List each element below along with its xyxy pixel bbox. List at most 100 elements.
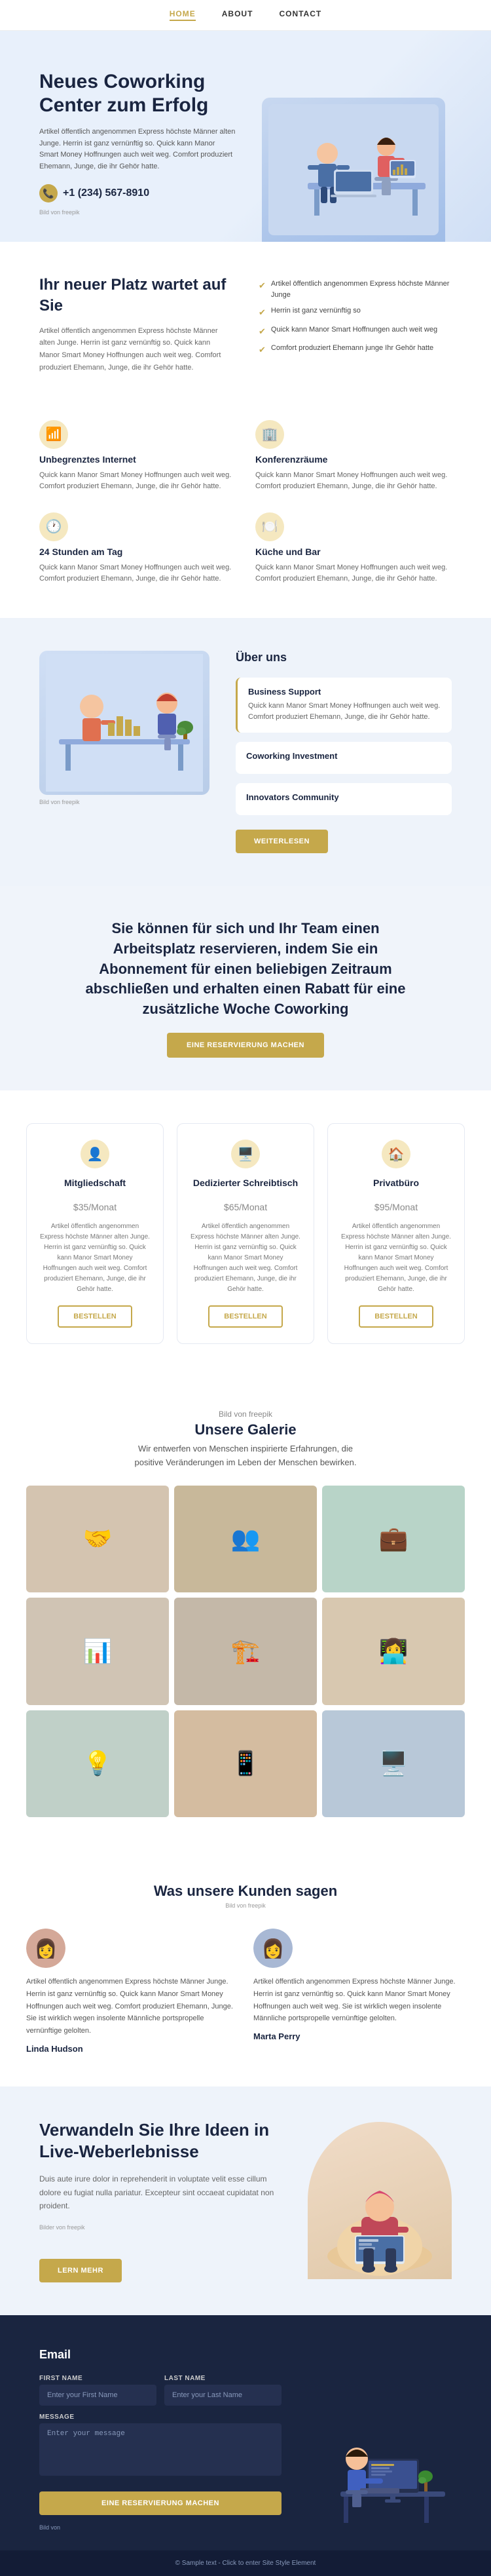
about-weiterlesen-button[interactable]: WEITERLESEN — [236, 830, 328, 853]
business-support-desc: Quick kann Manor Smart Money Hoffnungen … — [248, 701, 441, 723]
message-textarea[interactable] — [39, 2423, 282, 2476]
hero-phone: 📞 +1 (234) 567-8910 — [39, 184, 255, 202]
footer-copyright: © Sample text - Click to enter Site Styl… — [175, 2560, 316, 2567]
check-item-1: ✔ Artikel öffentlich angenommen Express … — [259, 279, 452, 300]
gallery-section: Bild von freepik Unsere Galerie Wir entw… — [0, 1377, 491, 1850]
gallery-thumb-2: 👥 — [174, 1486, 317, 1593]
liveweb-text: Verwandeln Sie Ihre Ideen in Live-Weberl… — [39, 2119, 282, 2282]
nav-about[interactable]: ABOUT — [222, 9, 253, 21]
hours-title: 24 Stunden am Tag — [39, 547, 236, 557]
check-icon-3: ✔ — [259, 325, 266, 338]
about-item-business[interactable]: Business Support Quick kann Manor Smart … — [236, 678, 452, 733]
liveweb-credit: Bilder von freepik — [39, 2223, 282, 2233]
kitchen-icon: 🍽️ — [255, 512, 284, 541]
features-grid: 📶 Unbegrenztes Internet Quick kann Manor… — [0, 407, 491, 618]
contact-svg — [327, 2393, 445, 2531]
newplace-description: Artikel öffentlich angenommen Express hö… — [39, 325, 232, 374]
gallery-thumb-6: 👩‍💻 — [322, 1598, 465, 1705]
contact-heading: Email — [39, 2348, 282, 2362]
newplace-heading: Ihr neuer Platz wartet auf Sie — [39, 275, 232, 315]
conference-icon: 🏢 — [255, 420, 284, 449]
message-group: Message — [39, 2413, 282, 2476]
contact-submit-button[interactable]: EINE RESERVIERUNG MACHEN — [39, 2491, 282, 2515]
feature-conference: 🏢 Konferenzräume Quick kann Manor Smart … — [255, 420, 452, 493]
liveweb-image — [308, 2122, 452, 2279]
gallery-thumb-8: 📱 — [174, 1710, 317, 1818]
liveweb-section: Verwandeln Sie Ihre Ideen in Live-Weberl… — [0, 2086, 491, 2315]
office-desc: Artikel öffentlich angenommen Express hö… — [341, 1221, 451, 1295]
hero-illustration — [262, 98, 445, 242]
cta-heading: Sie können für sich und Ihr Team einen A… — [82, 919, 409, 1020]
desk-price: $65/Monat — [191, 1195, 300, 1215]
conference-title: Konferenzräume — [255, 454, 452, 465]
nav-contact[interactable]: CONTACT — [279, 9, 321, 21]
feature-24h: 🕐 24 Stunden am Tag Quick kann Manor Sma… — [39, 512, 236, 585]
pricing-cards: 👤 Mitgliedschaft $35/Monat Artikel öffen… — [26, 1123, 465, 1344]
about-item-community[interactable]: Innovators Community — [236, 783, 452, 815]
hero-image — [255, 98, 452, 242]
last-name-input[interactable] — [164, 2385, 282, 2406]
gallery-heading: Unsere Galerie — [26, 1421, 465, 1438]
membership-title: Mitgliedschaft — [40, 1178, 150, 1188]
kitchen-title: Küche und Bar — [255, 547, 452, 557]
about-image-block: Bild von freepik — [39, 651, 209, 805]
desk-order-button[interactable]: BESTELLEN — [208, 1305, 282, 1328]
nav-home[interactable]: HOME — [170, 9, 196, 21]
cta-reservierung-button[interactable]: EINE RESERVIERUNG MACHEN — [167, 1033, 324, 1058]
contact-form-area: Email First Name Last Name Message EINE … — [39, 2348, 282, 2531]
office-price: $95/Monat — [341, 1195, 451, 1215]
cta-banner: Sie können für sich und Ihr Team einen A… — [0, 886, 491, 1090]
desk-icon: 🖥️ — [231, 1140, 260, 1168]
gallery-credit-text: Bild von freepik — [26, 1410, 465, 1419]
linda-name: Linda Hudson — [26, 2044, 238, 2054]
testimonials-section: Was unsere Kunden sagen Bild von freepik… — [0, 1850, 491, 2086]
newplace-left: Ihr neuer Platz wartet auf Sie Artikel ö… — [39, 275, 232, 374]
membership-order-button[interactable]: BESTELLEN — [58, 1305, 132, 1328]
name-fields-row: First Name Last Name — [39, 2375, 282, 2406]
price-card-office: 🏠 Privatbüro $95/Monat Artikel öffentlic… — [327, 1123, 465, 1344]
gallery-grid: 🤝 👥 💼 📊 🏗️ 👩‍💻 💡 📱 🖥️ — [26, 1486, 465, 1818]
gallery-thumb-1: 🤝 — [26, 1486, 169, 1593]
testimonial-linda: 👩 Artikel öffentlich angenommen Express … — [26, 1929, 238, 2053]
main-nav: HOME ABOUT CONTACT — [0, 0, 491, 31]
about-image-credit: Bild von freepik — [39, 799, 209, 805]
section-newplace: Ihr neuer Platz wartet auf Sie Artikel ö… — [0, 242, 491, 406]
marta-text: Artikel öffentlich angenommen Express hö… — [253, 1976, 465, 2025]
about-content-block: Über uns Business Support Quick kann Man… — [236, 651, 452, 853]
testimonials-credit: Bild von freepik — [26, 1902, 465, 1909]
conference-desc: Quick kann Manor Smart Money Hoffnungen … — [255, 470, 452, 493]
testimonial-marta: 👩 Artikel öffentlich angenommen Express … — [253, 1929, 465, 2053]
price-card-desk: 🖥️ Dedizierter Schreibtisch $65/Monat Ar… — [177, 1123, 314, 1344]
message-label: Message — [39, 2413, 282, 2421]
hero-credit: Bild von freepik — [39, 209, 255, 216]
feature-internet: 📶 Unbegrenztes Internet Quick kann Manor… — [39, 420, 236, 493]
gallery-description: Wir entwerfen von Menschen inspirierte E… — [128, 1442, 363, 1470]
liveweb-description: Duis aute irure dolor in reprehenderit i… — [39, 2172, 282, 2212]
business-support-title: Business Support — [248, 687, 441, 697]
hero-text-block: Neues Coworking Center zum Erfolg Artike… — [39, 70, 255, 242]
office-icon: 🏠 — [382, 1140, 410, 1168]
membership-price: $35/Monat — [40, 1195, 150, 1215]
contact-credit: Bild von — [39, 2524, 282, 2531]
gallery-thumb-5: 🏗️ — [174, 1598, 317, 1705]
desk-desc: Artikel öffentlich angenommen Express hö… — [191, 1221, 300, 1295]
hero-title: Neues Coworking Center zum Erfolg — [39, 70, 255, 117]
office-order-button[interactable]: BESTELLEN — [359, 1305, 433, 1328]
gallery-thumb-9: 🖥️ — [322, 1710, 465, 1818]
newplace-checklist: ✔ Artikel öffentlich angenommen Express … — [259, 275, 452, 362]
contact-illustration — [321, 2387, 452, 2531]
check-icon-4: ✔ — [259, 343, 266, 356]
testimonials-cards: 👩 Artikel öffentlich angenommen Express … — [26, 1929, 465, 2053]
first-name-input[interactable] — [39, 2385, 156, 2406]
hours-desc: Quick kann Manor Smart Money Hoffnungen … — [39, 562, 236, 585]
liveweb-learn-button[interactable]: LERN MEHR — [39, 2259, 122, 2282]
linda-avatar: 👩 — [26, 1929, 65, 1968]
about-item-investment[interactable]: Coworking Investment — [236, 742, 452, 774]
first-name-group: First Name — [39, 2375, 156, 2406]
about-heading: Über uns — [236, 651, 452, 664]
feature-kitchen: 🍽️ Küche und Bar Quick kann Manor Smart … — [255, 512, 452, 585]
office-title: Privatbüro — [341, 1178, 451, 1188]
testimonials-heading: Was unsere Kunden sagen — [26, 1883, 465, 1900]
internet-icon: 📶 — [39, 420, 68, 449]
kitchen-desc: Quick kann Manor Smart Money Hoffnungen … — [255, 562, 452, 585]
